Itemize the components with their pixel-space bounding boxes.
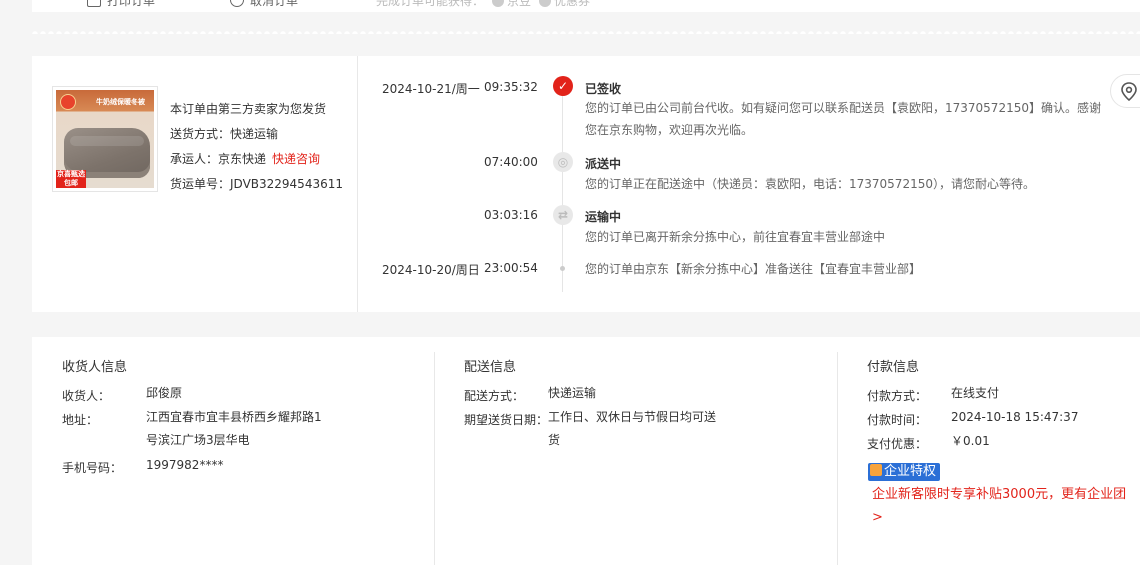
delivery-title: 配送信息 [464,360,517,375]
carrier-row: 承运人：京东快递 快递咨询 [170,151,343,176]
timeline-date: 2024-10-21/周一 [382,82,480,96]
panel-divider [357,56,358,312]
address-line-1: 江西宜春市宜丰县桥西乡耀邦路1 [146,410,322,424]
address-label: 地址： [62,413,99,427]
promo-arrow: > [872,510,883,525]
address-line-2: 号滨江广场3层华电 [146,433,250,447]
courier-consult-link[interactable]: 快递咨询 [272,152,320,166]
order-info-panel: 收货人信息 收货人： 邱俊原 地址： 江西宜春市宜丰县桥西乡耀邦路1 号滨江广场… [32,337,1140,565]
timeline-description: 您的订单由京东【新余分拣中心】准备送往【宜春宜丰营业部】 [585,262,922,276]
scalloped-divider [32,28,1140,34]
waybill-number: 货运单号：JDVB32294543611 [170,177,343,191]
map-location-button[interactable] [1110,74,1140,108]
seller-note: 本订单由第三方卖家为您发货 [170,102,327,116]
timeline-line [562,90,563,292]
delivery-method-label: 配送方式： [464,389,525,403]
shipment-info: 本订单由第三方卖家为您发货 送货方式：快递运输 承运人：京东快递 快递咨询 货运单… [170,101,343,201]
printer-icon [87,0,101,7]
timeline-time: 09:35:32 [484,80,538,94]
product-banner: 牛奶绒保暖冬被 [96,98,145,106]
enterprise-cube-icon [870,464,882,476]
phone-number: 1997982**** [146,458,224,472]
payment-method-label: 付款方式： [867,389,928,403]
timeline-description: 您的订单已由公司前台代收。如有疑问您可以联系配送员【袁欧阳，1737057215… [585,101,1101,137]
coupon-icon [539,0,552,7]
timeline-status: 运输中 [585,210,622,224]
receiver-title: 收货人信息 [62,360,128,375]
check-icon: ✓ [553,76,573,96]
order-actions-bar: 打印订单 取消订单 完成订单可能获得： 京豆 优惠券 [32,0,1140,12]
payment-title: 付款信息 [867,360,920,375]
timeline-description: 您的订单正在配送途中（快递员：袁欧阳，电话：17370572150），请您耐心等… [585,177,1035,191]
payment-discount-label: 支付优惠： [867,437,928,451]
expected-date-label: 期望送货日期： [464,413,549,427]
expected-date-line-1: 工作日、双休日与节假日均可送 [548,410,717,424]
column-divider [837,352,838,565]
timeline-date: 2024-10-20/周日 [382,263,480,277]
column-divider [434,352,435,565]
print-order-button[interactable]: 打印订单 [87,0,155,9]
brand-seal-icon [60,94,76,110]
payment-discount-value: ￥0.01 [951,434,990,448]
enterprise-promo-link[interactable]: 企业新客限时专享补贴3000元，更有企业团 > [872,483,1126,529]
delivery-method: 送货方式：快递运输 [170,127,279,141]
expected-date-line-2: 货 [548,433,561,447]
reward-label: 完成订单可能获得： [376,0,485,8]
bean-icon [492,0,505,7]
payment-time-value: 2024-10-18 15:47:37 [951,410,1079,424]
reward-info: 完成订单可能获得： 京豆 优惠券 [376,0,590,9]
cancel-icon [230,0,244,7]
payment-time-label: 付款时间： [867,413,928,427]
timeline-status: 派送中 [585,157,622,171]
enterprise-badge-label: 企业特权 [884,464,937,479]
receiver-name: 邱俊原 [146,386,183,400]
map-pin-icon [1121,82,1137,102]
coupon-label: 优惠券 [554,0,591,8]
print-order-label: 打印订单 [107,0,156,8]
package-tracking-panel: 牛奶绒保暖冬被 京喜甄选 包邮 本订单由第三方卖家为您发货 送货方式：快递运输 … [32,56,1140,312]
promo-line-1: 企业新客限时专享补贴3000元，更有企业团 [872,487,1127,502]
product-tag: 京喜甄选 包邮 [56,170,86,188]
truck-icon: ⇄ [553,205,573,225]
enterprise-privilege-badge[interactable]: 企业特权 [868,463,941,481]
cancel-order-button[interactable]: 取消订单 [230,0,298,9]
bean-label: 京豆 [507,0,532,8]
carrier-label: 承运人：京东快递 [170,152,267,166]
timeline-time: 23:00:54 [484,261,538,275]
delivery-method-value: 快递运输 [548,386,597,400]
receiver-name-label: 收货人： [62,389,111,403]
timeline-description: 您的订单已离开新余分拣中心，前往宜春宜丰营业部途中 [585,230,886,244]
cancel-order-label: 取消订单 [250,0,299,8]
payment-method-value: 在线支付 [951,386,1000,400]
phone-label: 手机号码： [62,461,123,475]
timeline-status: 已签收 [585,82,622,96]
product-thumbnail[interactable]: 牛奶绒保暖冬被 京喜甄选 包邮 [52,86,158,192]
timeline-dot [560,266,565,271]
timeline-time: 07:40:00 [484,155,538,169]
timeline-time: 03:03:16 [484,208,538,222]
courier-icon: ◎ [553,152,573,172]
